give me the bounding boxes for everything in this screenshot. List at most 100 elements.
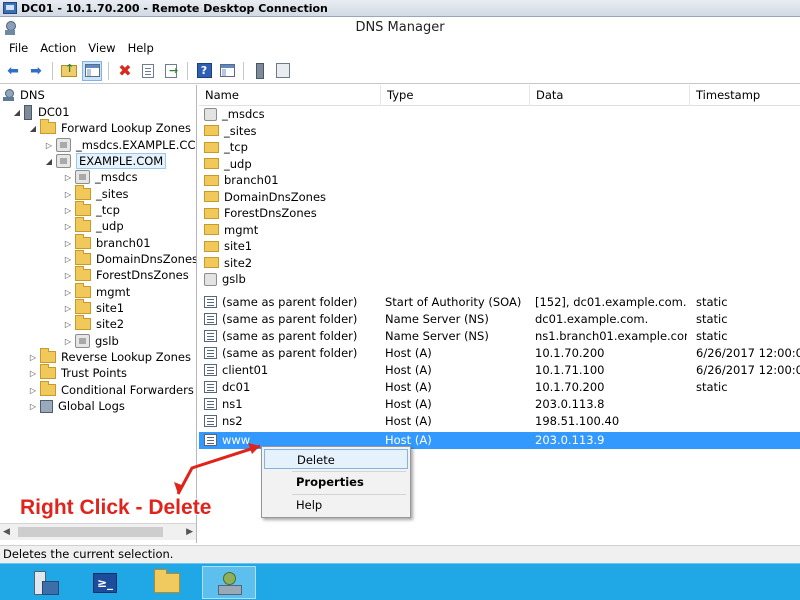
tree-item-gslb[interactable]: ▷ gslb — [64, 333, 119, 349]
tree-item-label: ForestDnsZones — [96, 268, 189, 282]
tree-item-label: site1 — [96, 301, 125, 315]
tree-item-msdcs-zone[interactable]: ▷ _msdcs.EXAMPLE.CC — [45, 137, 195, 153]
context-menu-delete[interactable]: Delete — [264, 449, 408, 469]
list-item[interactable]: site2 — [199, 255, 800, 272]
table-row[interactable]: (same as parent folder) Name Server (NS)… — [199, 311, 800, 328]
tree-item-forestdnszones[interactable]: ▷ ForestDnsZones — [64, 266, 189, 283]
server-manager-icon — [32, 570, 59, 595]
table-row[interactable]: dc01 Host (A) 10.1.70.200 static — [199, 379, 800, 396]
expand-icon[interactable]: ▷ — [45, 141, 53, 150]
column-header-type[interactable]: Type — [381, 85, 530, 106]
menu-view[interactable]: View — [82, 41, 121, 55]
tree-item-trust-points[interactable]: ▷ Trust Points — [29, 364, 127, 381]
up-folder-icon[interactable] — [59, 61, 79, 81]
taskbar-server-manager[interactable] — [18, 566, 72, 599]
action-pane-icon[interactable] — [217, 61, 237, 81]
expand-icon[interactable]: ▷ — [64, 206, 72, 215]
toolbar-separator — [108, 61, 109, 80]
tree-item-example-com[interactable]: ◢ EXAMPLE.COM — [45, 153, 167, 169]
table-row[interactable]: ns1 Host (A) 203.0.113.8 — [199, 396, 800, 413]
list-item[interactable]: branch01 — [199, 172, 800, 189]
expand-icon[interactable]: ▷ — [64, 255, 72, 264]
scroll-left-icon[interactable]: ◀ — [3, 527, 10, 537]
tree-item-msdcs[interactable]: ▷ _msdcs — [64, 169, 138, 185]
list-item[interactable]: site1 — [199, 238, 800, 255]
collapse-icon[interactable]: ◢ — [45, 157, 53, 166]
taskbar-powershell[interactable]: ≥_ — [78, 566, 132, 599]
properties-icon[interactable] — [138, 61, 158, 81]
expand-icon[interactable]: ▷ — [64, 337, 72, 346]
context-menu-help[interactable]: Help — [264, 495, 408, 515]
tree-item-mgmt[interactable]: ▷ mgmt — [64, 283, 130, 300]
list-item[interactable]: gslb — [199, 271, 800, 288]
server-settings-icon[interactable] — [273, 61, 293, 81]
tree-item-global-logs[interactable]: ▷ Global Logs — [29, 398, 125, 414]
taskbar-dns-manager[interactable] — [202, 566, 256, 599]
help-icon[interactable]: ? — [194, 61, 214, 81]
list-item[interactable]: DomainDnsZones — [199, 189, 800, 206]
record-data: 10.1.70.200 — [535, 380, 605, 394]
context-menu-properties[interactable]: Properties — [264, 472, 408, 492]
menu-help[interactable]: Help — [122, 41, 160, 55]
table-row[interactable]: (same as parent folder) Name Server (NS)… — [199, 328, 800, 345]
column-header-name[interactable]: Name — [199, 85, 381, 106]
column-header-timestamp[interactable]: Timestamp — [690, 85, 800, 106]
folder-icon — [75, 250, 91, 265]
forward-arrow-icon[interactable]: ➡ — [26, 61, 46, 81]
record-type: Host (A) — [385, 363, 432, 377]
tree-item-reverse-lookup-zones[interactable]: ▷ Reverse Lookup Zones — [29, 348, 191, 365]
expand-icon[interactable]: ▷ — [64, 304, 72, 313]
tree-item-forward-lookup-zones[interactable]: ◢ Forward Lookup Zones — [29, 119, 191, 136]
tree-item-dns[interactable]: DNS — [3, 87, 45, 103]
list-item[interactable]: ForestDnsZones — [199, 205, 800, 222]
menu-file[interactable]: File — [3, 41, 34, 55]
expand-icon[interactable]: ▷ — [64, 173, 72, 182]
tree-item-site2[interactable]: ▷ site2 — [64, 315, 124, 332]
expand-icon[interactable]: ▷ — [64, 271, 72, 280]
list-item[interactable]: _msdcs — [199, 106, 800, 123]
expand-icon[interactable]: ▷ — [64, 320, 72, 329]
rdp-title: DC01 - 10.1.70.200 - Remote Desktop Conn… — [21, 1, 328, 15]
table-row[interactable]: (same as parent folder) Host (A) 10.1.70… — [199, 345, 800, 362]
back-arrow-icon[interactable]: ⬅ — [3, 61, 23, 81]
tree-item-label: gslb — [95, 334, 119, 348]
export-list-icon[interactable] — [161, 61, 181, 81]
column-header-data[interactable]: Data — [530, 85, 690, 106]
expand-icon[interactable]: ▷ — [64, 239, 72, 248]
server-icon[interactable] — [250, 61, 270, 81]
collapse-icon[interactable]: ◢ — [13, 108, 21, 117]
record-timestamp: static — [696, 329, 728, 343]
expand-icon[interactable]: ▷ — [29, 353, 37, 362]
table-row[interactable]: client01 Host (A) 10.1.71.100 6/26/2017 … — [199, 362, 800, 379]
menu-action[interactable]: Action — [34, 41, 82, 55]
scrollbar-thumb[interactable] — [18, 527, 163, 537]
tree-horizontal-scrollbar[interactable]: ◀ ▶ — [0, 523, 196, 540]
taskbar-file-explorer[interactable] — [140, 566, 194, 599]
tree-item-domaindnszones[interactable]: ▷ DomainDnsZones — [64, 250, 196, 267]
table-row[interactable]: ns2 Host (A) 198.51.100.40 — [199, 413, 800, 430]
delete-icon[interactable]: ✖ — [115, 61, 135, 81]
list-item[interactable]: _udp — [199, 156, 800, 173]
expand-icon[interactable]: ▷ — [64, 222, 72, 231]
tree-item-udp[interactable]: ▷ _udp — [64, 217, 124, 234]
tree-item-dc01[interactable]: ◢ DC01 — [13, 104, 70, 120]
list-item[interactable]: _sites — [199, 123, 800, 140]
list-item[interactable]: _tcp — [199, 139, 800, 156]
expand-icon[interactable]: ▷ — [64, 288, 72, 297]
tree-item-site1[interactable]: ▷ site1 — [64, 299, 125, 316]
tree-item-conditional-forwarders[interactable]: ▷ Conditional Forwarders — [29, 381, 194, 398]
expand-icon[interactable]: ▷ — [29, 369, 37, 378]
scroll-right-icon[interactable]: ▶ — [186, 527, 193, 537]
table-row[interactable]: (same as parent folder) Start of Authori… — [199, 294, 800, 311]
list-item[interactable]: mgmt — [199, 222, 800, 239]
expand-icon[interactable]: ▷ — [29, 386, 37, 395]
server-icon — [24, 104, 32, 120]
app-title: DNS Manager — [355, 20, 445, 35]
tree-item-tcp[interactable]: ▷ _tcp — [64, 201, 120, 218]
tree-item-branch01[interactable]: ▷ branch01 — [64, 234, 151, 251]
expand-icon[interactable]: ▷ — [64, 190, 72, 199]
show-hide-tree-icon[interactable] — [82, 60, 102, 81]
expand-icon[interactable]: ▷ — [29, 402, 37, 411]
tree-item-sites[interactable]: ▷ _sites — [64, 185, 129, 202]
collapse-icon[interactable]: ◢ — [29, 124, 37, 133]
